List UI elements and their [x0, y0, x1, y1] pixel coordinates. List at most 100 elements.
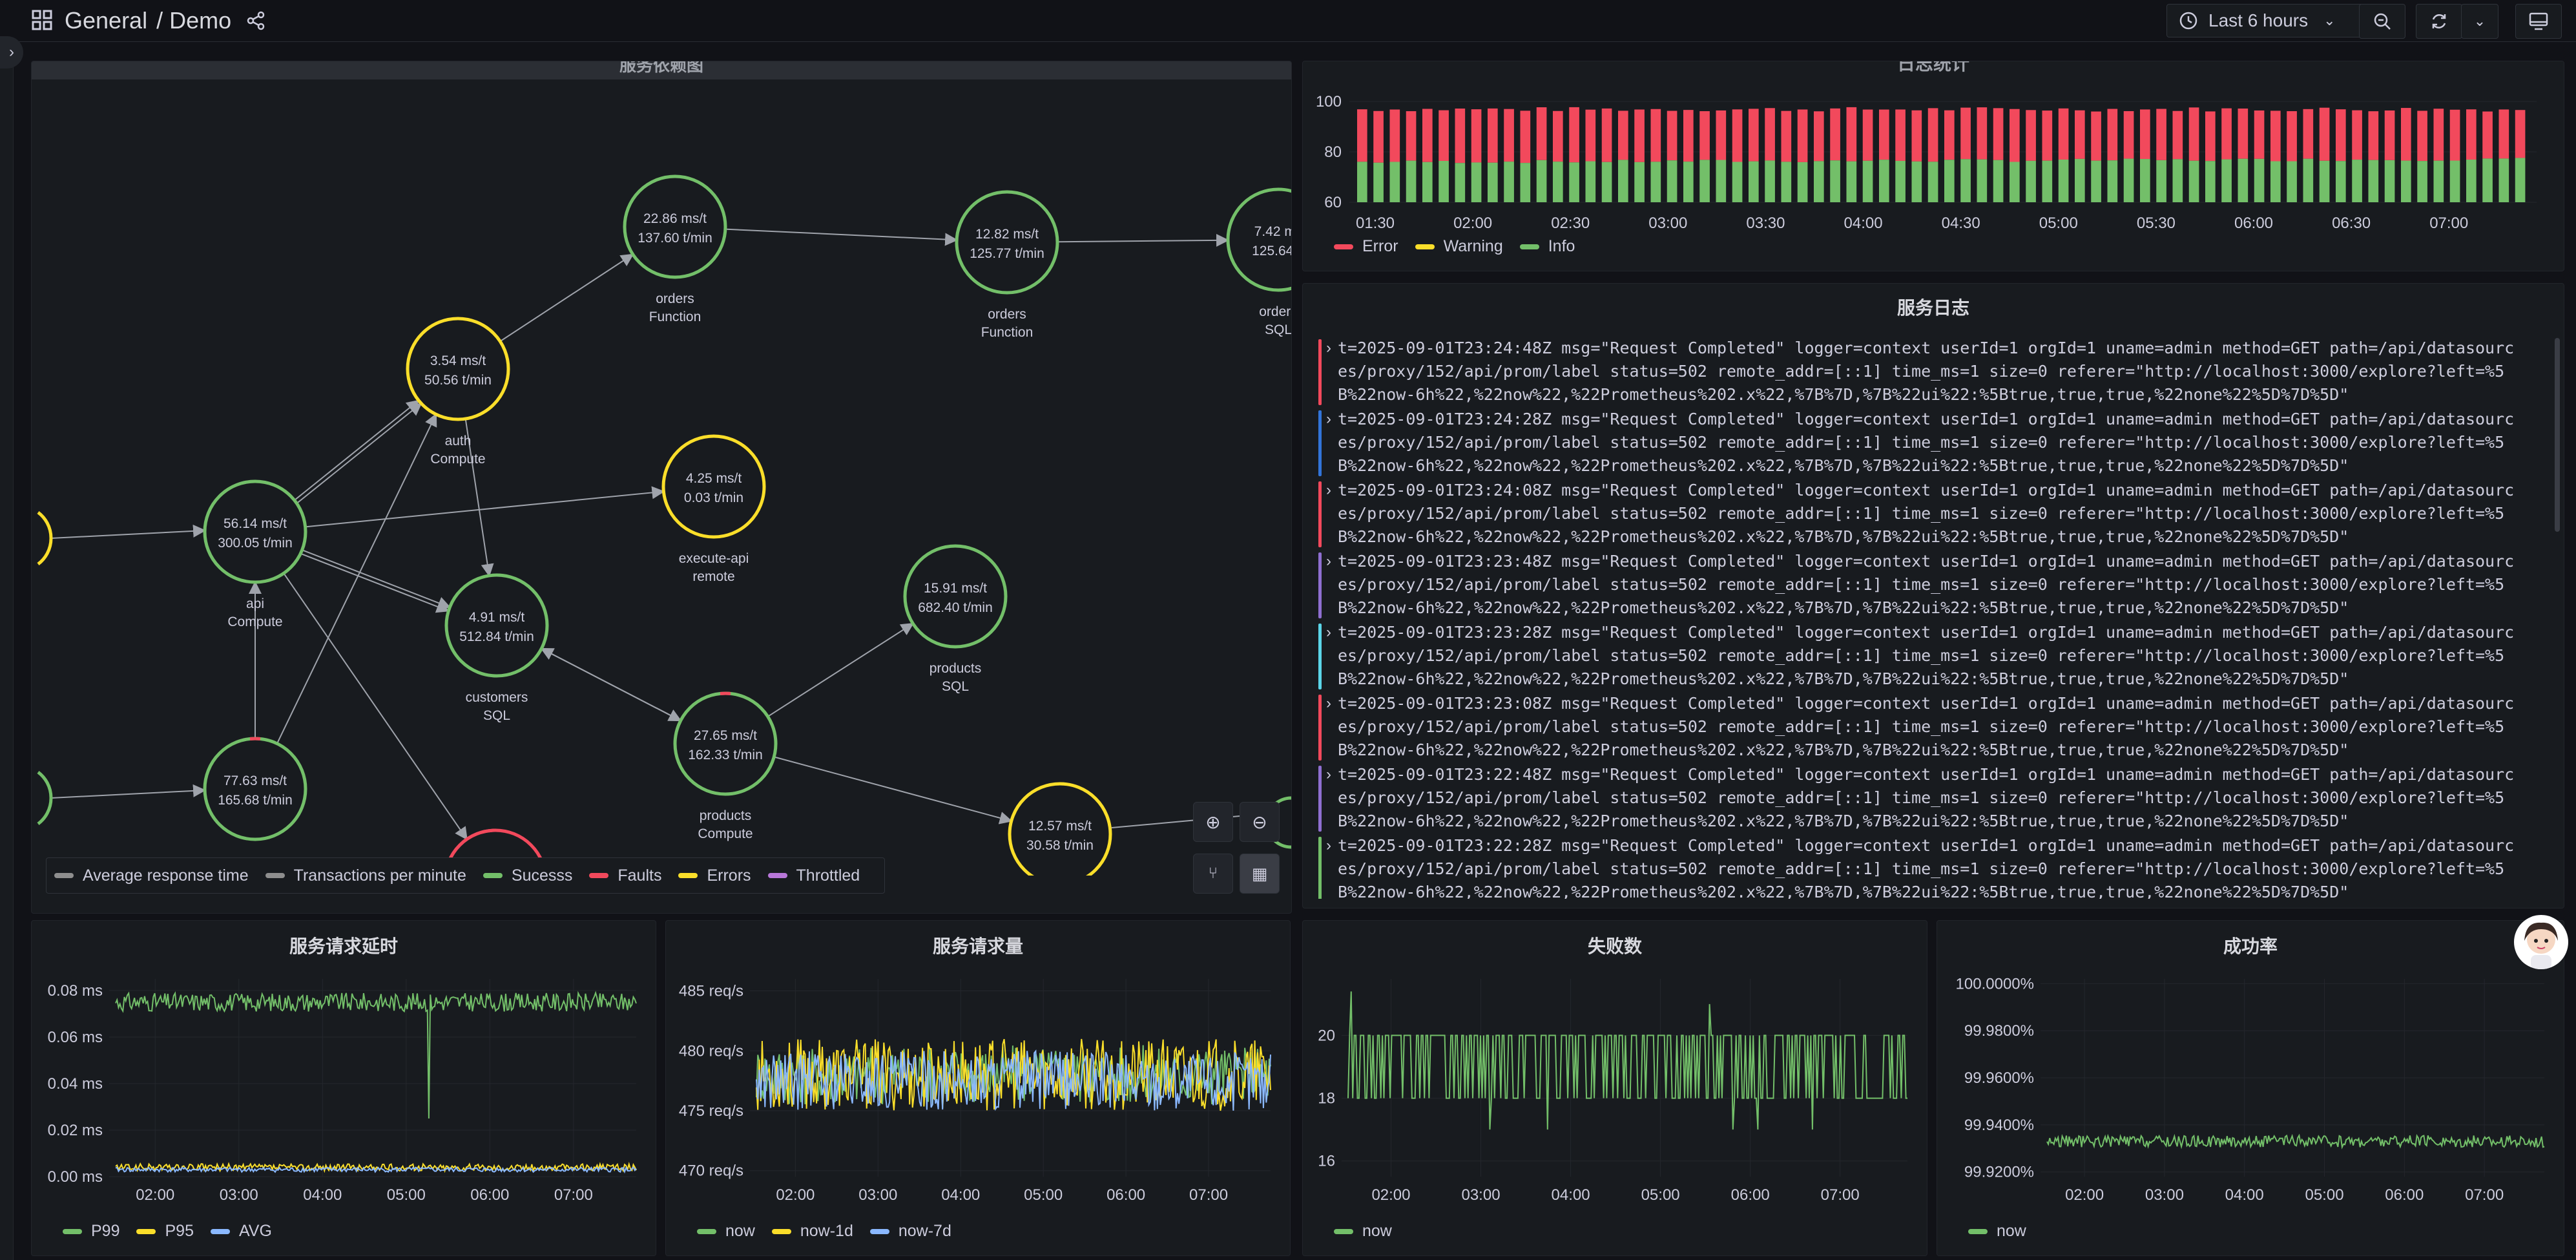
expand-chevron-icon[interactable]: ›: [1326, 695, 1331, 713]
y-tick-label: 470 req/s: [679, 1162, 743, 1180]
service-node-auth[interactable]: 3.54 ms/t 50.56 t/min auth Compute: [406, 317, 510, 467]
legend-item[interactable]: P99: [63, 1222, 119, 1241]
breadcrumb-folder[interactable]: General: [65, 7, 147, 34]
refresh-button[interactable]: [2416, 4, 2462, 39]
log-row[interactable]: › t=2025-09-01T23:22:28Z msg="Request Com…: [1316, 834, 2524, 899]
service-node-www[interactable]: 77.63 ms/t165.68 t/minwwwCompute: [203, 737, 307, 876]
expand-chevron-icon[interactable]: ›: [1326, 837, 1331, 855]
legend-item[interactable]: now-7d: [869, 1222, 951, 1241]
x-tick-label: 03:00: [1461, 1186, 1500, 1204]
service-node-execute-api[interactable]: 4.25 ms/t 0.03 t/min execute-api remote: [661, 434, 766, 584]
node-response-time: 3.54 ms/t: [430, 353, 486, 368]
failures-chart[interactable]: 16 18 20 02:00 03:00 04:00 05:00 06:00 07:00: [1303, 960, 1927, 1231]
legend-item[interactable]: P95: [136, 1222, 194, 1241]
info-bar: [1650, 162, 1661, 202]
expand-chevron-icon[interactable]: ›: [1326, 410, 1331, 428]
breadcrumb-dashboard[interactable]: / Demo: [156, 7, 231, 34]
service-node-orders-fn2[interactable]: 12.82 ms/t 125.77 t/min orders Function: [955, 190, 1059, 340]
legend-item[interactable]: Error: [1334, 237, 1398, 256]
info-bar: [2140, 159, 2150, 202]
series-line-now: [1347, 991, 1907, 1130]
log-stats-chart[interactable]: 60 80 100 01:30 02:00 02:30 03:00 03:30 04:00 04:…: [1303, 81, 2564, 249]
legend-item[interactable]: now-1d: [771, 1222, 853, 1241]
zoom-in-button[interactable]: ⊕: [1193, 802, 1233, 842]
service-node-orders-fn[interactable]: 22.86 ms/t 137.60 t/min orders Function: [623, 174, 727, 324]
legend-label: now: [725, 1222, 755, 1240]
log-row[interactable]: › t=2025-09-01T23:24:28Z msg="Request Com…: [1316, 408, 2524, 479]
info-bar: [2319, 160, 2330, 202]
error-bar: [2287, 111, 2297, 162]
log-row[interactable]: › t=2025-09-01T23:22:48Z msg="Request Com…: [1316, 763, 2524, 834]
node-throughput: 165.68 t/min: [218, 793, 293, 808]
error-bar: [1895, 109, 1906, 161]
expand-chevron-icon[interactable]: ›: [1326, 766, 1331, 784]
refresh-interval-dropdown[interactable]: ⌄: [2461, 4, 2498, 39]
latency-chart[interactable]: 0.00 ms 0.02 ms 0.04 ms 0.06 ms 0.08 ms 02:00…: [32, 960, 656, 1231]
service-node-products[interactable]: 27.65 ms/t 162.33 t/min products Compute: [673, 691, 778, 841]
info-bar: [1455, 163, 1466, 202]
log-row[interactable]: › t=2025-09-01T23:24:08Z msg="Request Com…: [1316, 479, 2524, 550]
assistant-avatar[interactable]: [2514, 915, 2568, 969]
legend-item[interactable]: Sucesss: [483, 866, 572, 885]
apps-grid-icon[interactable]: [31, 9, 53, 31]
y-tick-label: 60: [1324, 194, 1342, 211]
error-bar: [1814, 111, 1824, 162]
log-row[interactable]: › t=2025-09-01T23:24:48Z msg="Request Com…: [1316, 337, 2524, 408]
success-rate-chart[interactable]: 99.9200% 99.9400% 99.9600% 99.9800% 100.0000…: [1937, 960, 2564, 1231]
x-tick-label: 02:00: [1371, 1186, 1410, 1204]
legend-item[interactable]: Faults: [589, 866, 661, 885]
node-response-time: 15.91 ms/t: [924, 581, 987, 596]
legend-item[interactable]: Info: [1519, 237, 1575, 256]
x-tick-label: 04:00: [941, 1186, 980, 1204]
legend-item[interactable]: Errors: [678, 866, 751, 885]
log-row[interactable]: › t=2025-09-01T23:23:48Z msg="Request Com…: [1316, 550, 2524, 621]
service-node-customers[interactable]: 4.91 ms/t 512.84 t/min customers SQL: [444, 573, 549, 723]
log-row[interactable]: › t=2025-09-01T23:23:28Z msg="Request Com…: [1316, 621, 2524, 692]
legend-item[interactable]: now: [697, 1222, 755, 1241]
panel-header-bar[interactable]: 服务依赖图: [32, 61, 1291, 79]
log-row[interactable]: › t=2025-09-01T23:23:08Z msg="Request Com…: [1316, 692, 2524, 763]
legend-item[interactable]: Transactions per minute: [265, 866, 466, 885]
time-range-picker[interactable]: Last 6 hours ⌄: [2166, 4, 2377, 37]
node-throughput: 0.03 t/min: [684, 490, 743, 505]
expand-chevron-icon[interactable]: ›: [1326, 481, 1331, 499]
zoom-out-time-button[interactable]: [2359, 4, 2405, 39]
info-bar: [1389, 162, 1400, 202]
legend-swatch: [678, 873, 698, 878]
expand-chevron-icon[interactable]: ›: [1326, 339, 1331, 357]
requests-chart[interactable]: 470 req/s 475 req/s 480 req/s 485 req/s 02:0…: [666, 960, 1290, 1231]
error-bar: [2026, 110, 2036, 161]
legend-item[interactable]: now: [1334, 1222, 1392, 1241]
success-rate-panel: 成功率 99.9200% 99.9400% 99.9600% 99.9800% 100.…: [1937, 920, 2564, 1256]
x-tick-label: 01:30: [1356, 215, 1395, 232]
share-icon[interactable]: [245, 10, 266, 31]
y-tick-label: 0.04 ms: [48, 1075, 103, 1093]
info-bar: [2449, 160, 2460, 202]
log-scrollbar[interactable]: [2555, 338, 2560, 532]
service-node-shipping[interactable]: 12.57 ms/t30.58 t/minshippingFunction: [1008, 782, 1112, 876]
legend-item[interactable]: now: [1968, 1222, 2026, 1241]
service-node-orders-sql[interactable]: 7.42 ms 125.64 t/orders SQL: [1226, 187, 1291, 337]
legend-item[interactable]: AVG: [210, 1222, 272, 1241]
grid-view-button[interactable]: ▦: [1240, 854, 1280, 894]
zoom-out-button[interactable]: ⊖: [1240, 802, 1280, 842]
panel-title: 服务日志: [1896, 298, 1969, 318]
legend-item[interactable]: Warning: [1415, 237, 1503, 256]
service-node-products-sql[interactable]: 15.91 ms/t 682.40 t/min products SQL: [903, 544, 1008, 694]
log-message: t=2025-09-01T23:24:08Z msg="Request Comp…: [1338, 481, 2515, 546]
expand-chevron-icon[interactable]: ›: [1326, 552, 1331, 571]
zoom-out-icon: [2374, 13, 2391, 30]
y-tick-label: 99.9200%: [1964, 1164, 2034, 1181]
grid-icon: ▦: [1251, 863, 1268, 883]
expand-chevron-icon[interactable]: ›: [1326, 624, 1331, 642]
legend-item[interactable]: Average response time: [54, 866, 249, 885]
service-node-api[interactable]: 56.14 ms/t 300.05 t/min api Compute: [203, 479, 307, 629]
legend-item[interactable]: Throttled: [767, 866, 860, 885]
node-response-time: 12.57 ms/t: [1028, 819, 1092, 834]
layout-toggle-button[interactable]: ⑂: [1193, 854, 1233, 894]
info-bar: [1471, 162, 1482, 202]
tv-mode-button[interactable]: [2515, 4, 2562, 39]
service-map-graph[interactable]: 22.86 ms/t137.60 t/minordersFunction 12.8…: [32, 79, 1291, 876]
info-bar: [1765, 160, 1775, 202]
log-message: t=2025-09-01T23:24:28Z msg="Request Comp…: [1338, 410, 2515, 475]
